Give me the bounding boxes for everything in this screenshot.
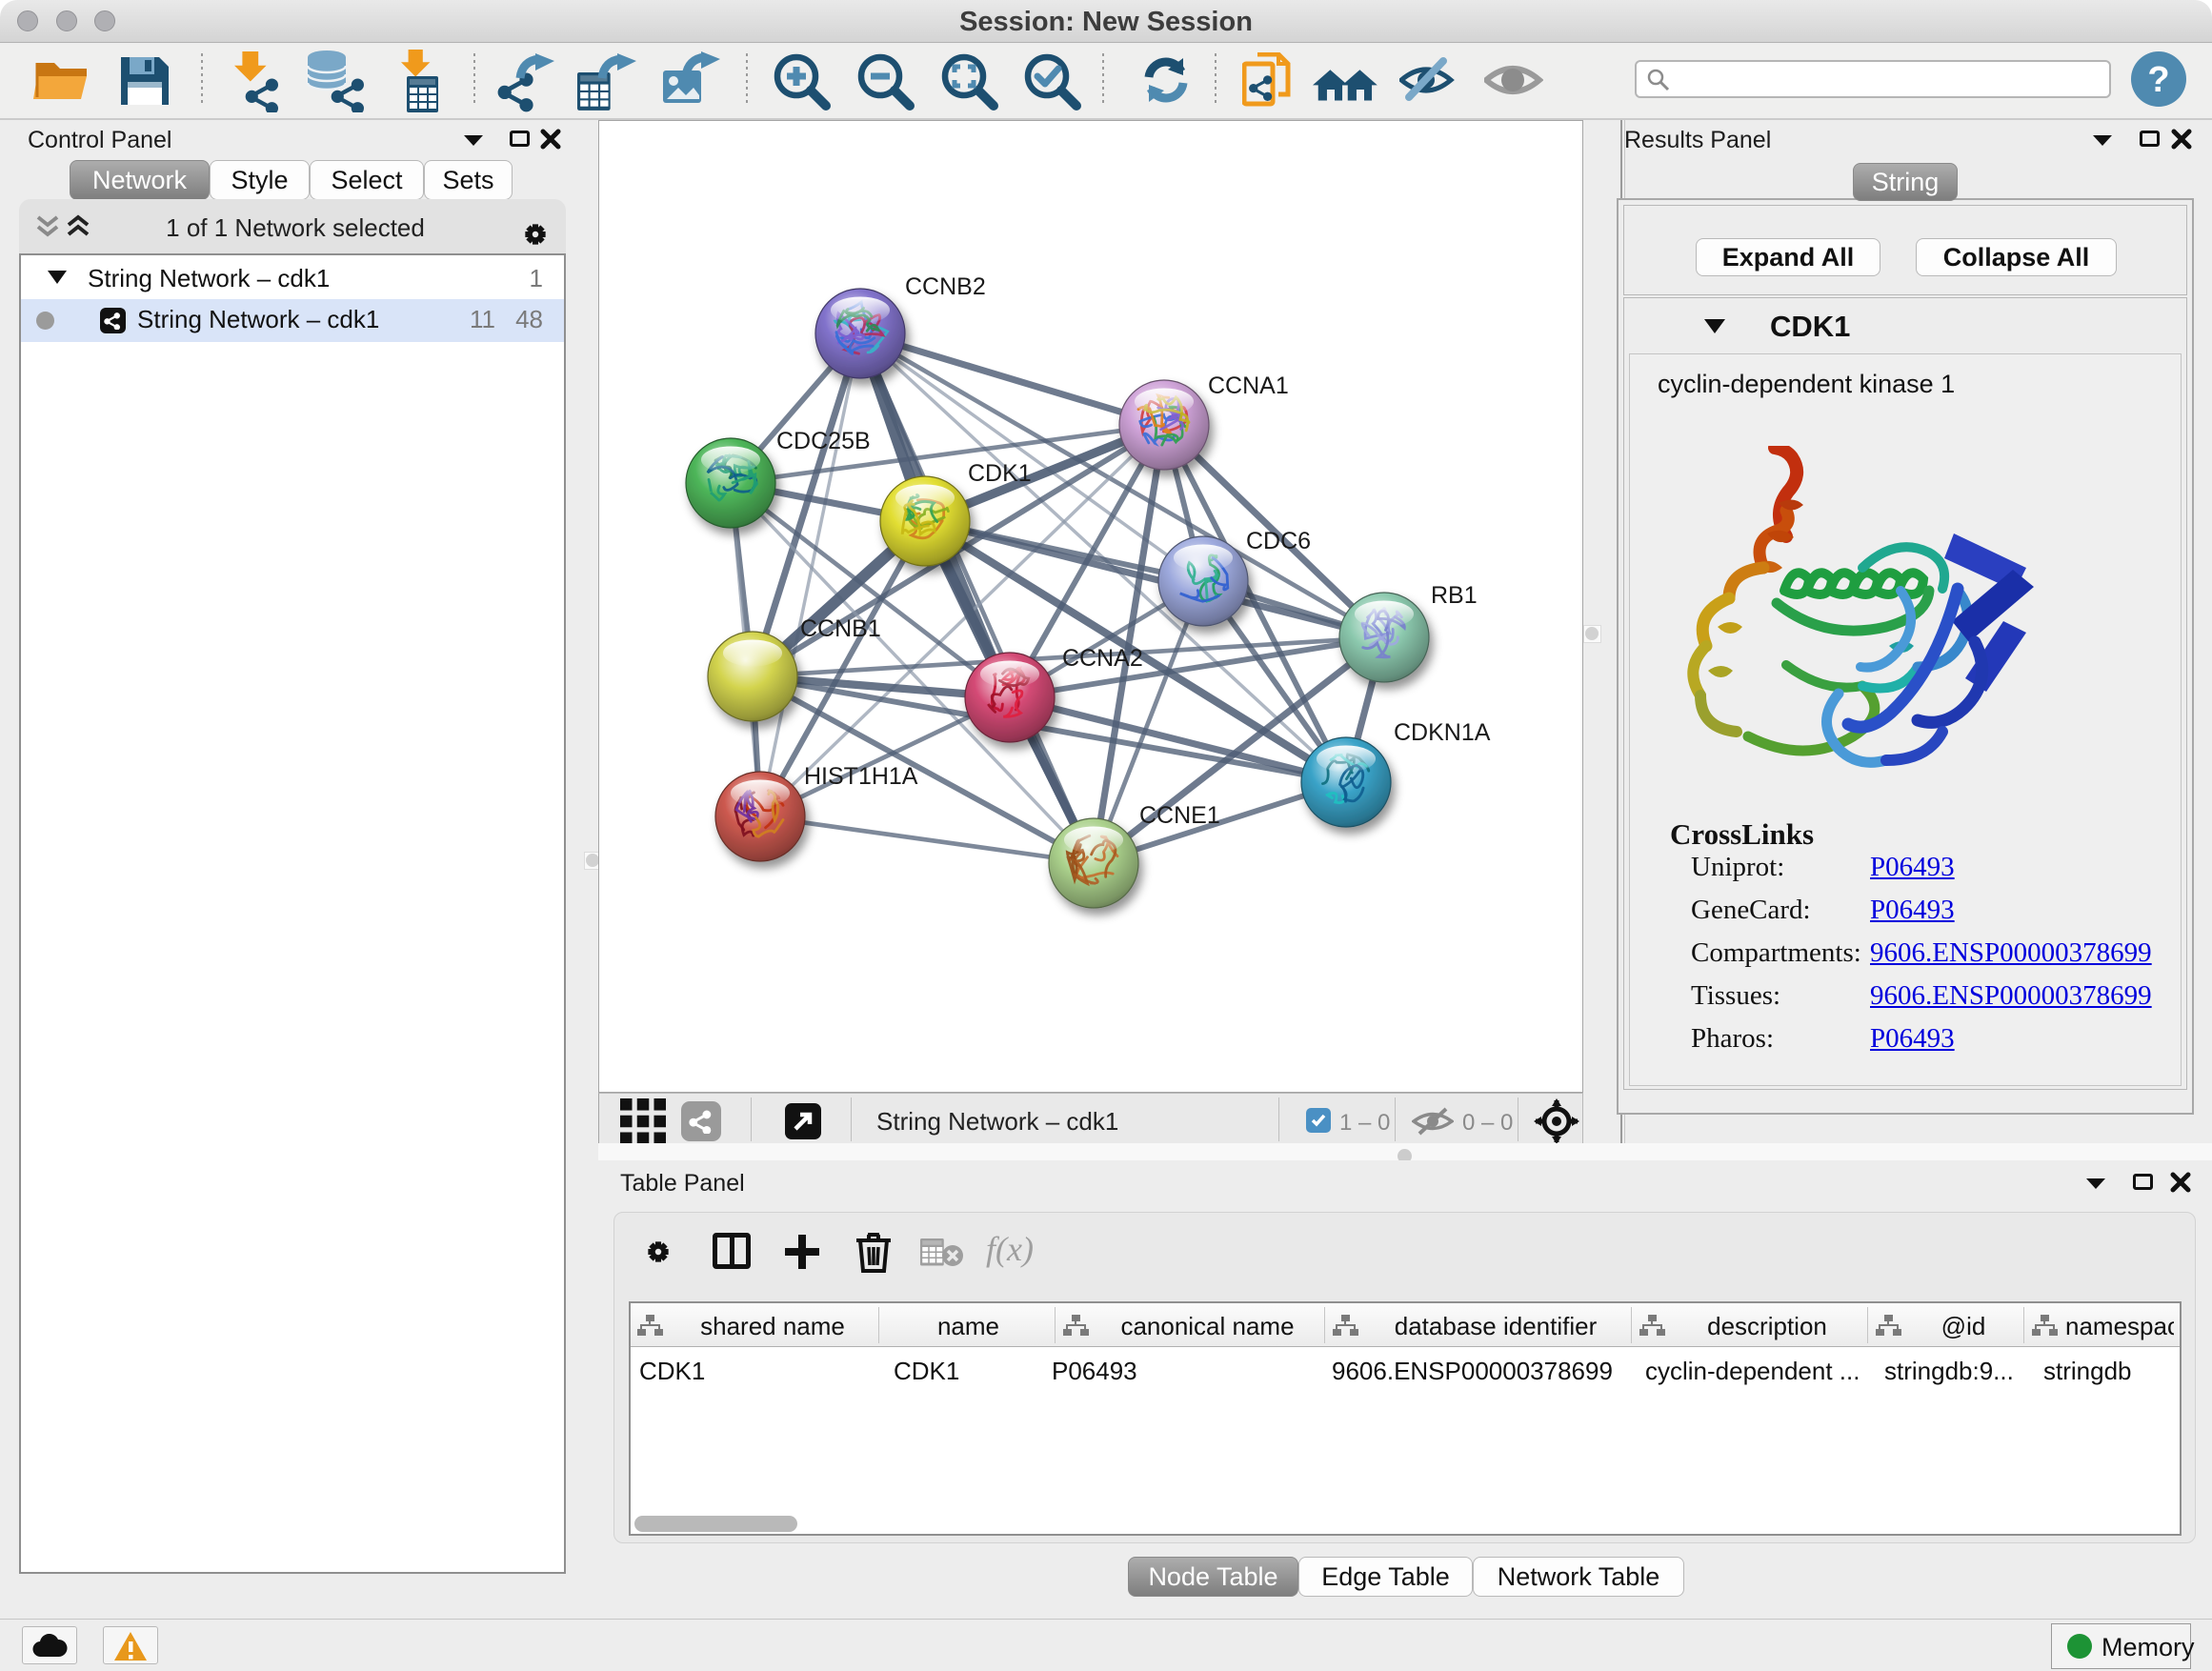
svg-text:CDC25B: CDC25B xyxy=(776,428,871,454)
svg-text:CCNA2: CCNA2 xyxy=(1062,645,1143,672)
svg-text:CCNB2: CCNB2 xyxy=(905,273,986,300)
svg-text:?: ? xyxy=(2147,60,2169,100)
svg-text:RB1: RB1 xyxy=(1431,582,1478,609)
svg-text:CDC6: CDC6 xyxy=(1246,528,1311,554)
svg-text:CDKN1A: CDKN1A xyxy=(1394,719,1491,746)
svg-text:CCNB1: CCNB1 xyxy=(800,615,881,642)
svg-text:CDK1: CDK1 xyxy=(968,460,1032,487)
svg-text:CCNE1: CCNE1 xyxy=(1139,802,1220,829)
svg-text:HIST1H1A: HIST1H1A xyxy=(804,763,918,790)
svg-text:CCNA1: CCNA1 xyxy=(1208,372,1289,399)
